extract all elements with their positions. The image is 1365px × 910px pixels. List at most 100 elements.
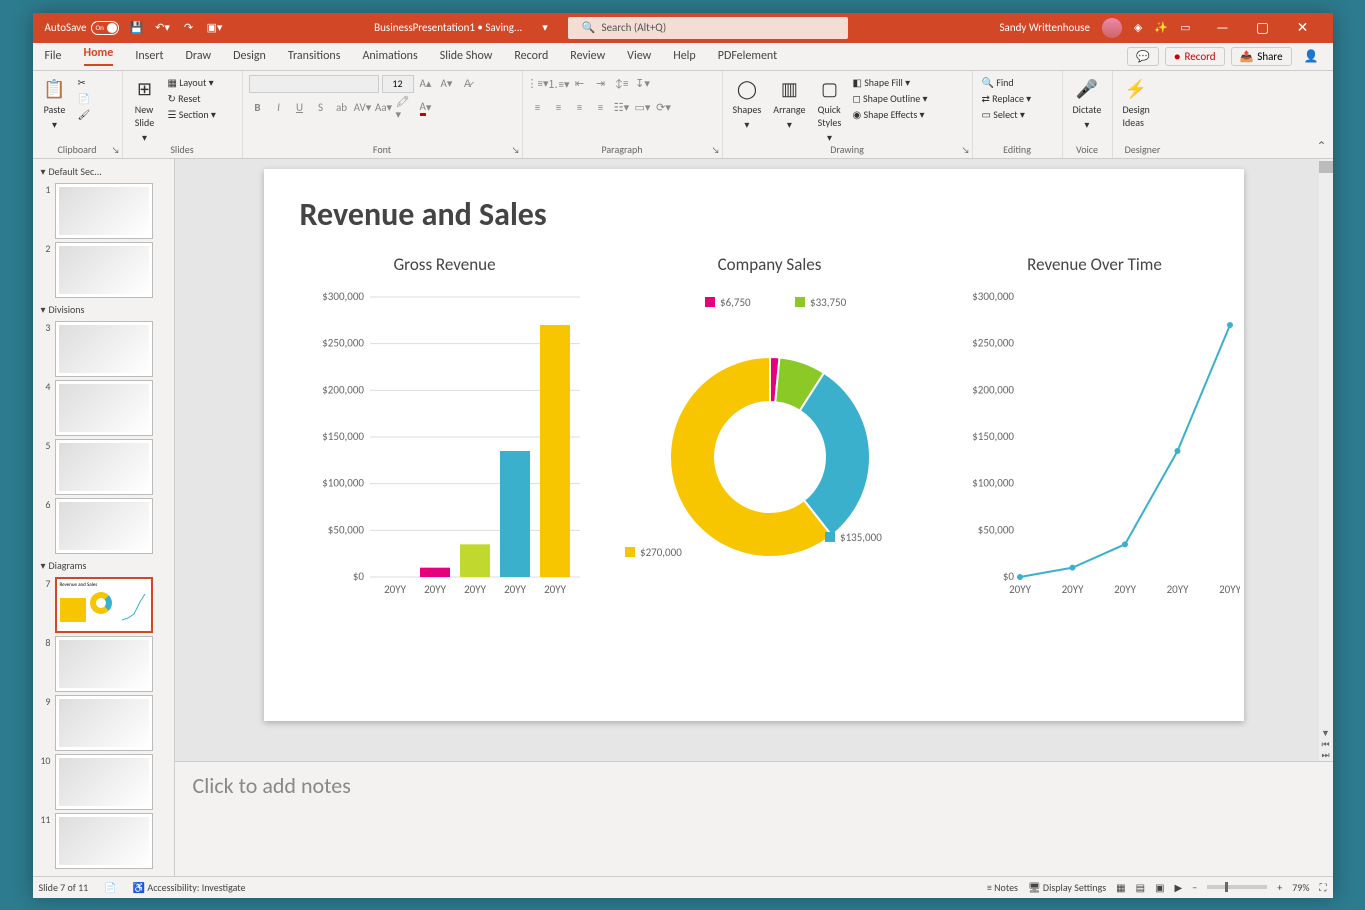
drawing-dialog-launcher[interactable]: ↘	[962, 145, 970, 156]
bar-chart[interactable]: Gross Revenue $0$50,000$100,000$150,000$…	[300, 254, 590, 627]
title-dropdown-icon[interactable]: ▾	[542, 21, 548, 34]
thumbnail-row[interactable]: 6	[37, 498, 170, 554]
slide-thumbnail[interactable]	[55, 321, 153, 377]
share-button[interactable]: 📤 Share	[1231, 47, 1292, 66]
notes-indicator-icon[interactable]: 📄	[104, 881, 116, 894]
select-button[interactable]: ▭ Select ▾	[979, 107, 1035, 122]
account-icon[interactable]: 👤	[1298, 49, 1325, 64]
slide-thumbnail[interactable]	[55, 498, 153, 554]
reset-button[interactable]: ↻ Reset	[165, 91, 219, 106]
slide-thumbnail[interactable]	[55, 439, 153, 495]
bold-button[interactable]: B	[249, 99, 267, 117]
user-name[interactable]: Sandy Writtenhouse	[1000, 21, 1090, 34]
shrink-font-button[interactable]: A▾	[438, 75, 456, 93]
autosave-toggle[interactable]: AutoSave On	[45, 21, 119, 35]
fit-slide-button[interactable]: ⛶	[1320, 881, 1327, 894]
tab-pdfelement[interactable]: PDFelement	[718, 49, 777, 63]
slide-thumbnail[interactable]	[55, 754, 153, 810]
section-header[interactable]: ▾ Divisions	[37, 301, 170, 318]
redo-icon[interactable]: ↷	[181, 20, 197, 36]
cut-button[interactable]: ✂	[75, 75, 94, 90]
tab-file[interactable]: File	[45, 49, 62, 63]
section-header[interactable]: ▾ Default Sec...	[37, 163, 170, 180]
notes-pane[interactable]: Click to add notes	[175, 761, 1333, 876]
avatar[interactable]	[1102, 18, 1122, 38]
grow-font-button[interactable]: A▴	[417, 75, 435, 93]
thumbnail-row[interactable]: 5	[37, 439, 170, 495]
shape-effects-button[interactable]: ◉ Shape Effects ▾	[849, 107, 930, 122]
tab-animations[interactable]: Animations	[362, 49, 417, 63]
quick-styles-button[interactable]: ▢Quick Styles▾	[813, 75, 845, 146]
donut-chart[interactable]: Company Sales $6,750$33,750$135,000$270,…	[620, 254, 920, 627]
underline-button[interactable]: U	[291, 99, 309, 117]
reading-view-icon[interactable]: ▣	[1155, 881, 1164, 894]
indent-left-button[interactable]: ⇤	[571, 75, 589, 93]
slide-thumbnail[interactable]: Revenue and Sales	[55, 577, 153, 633]
diamond-icon[interactable]: ◈	[1134, 21, 1142, 34]
copy-button[interactable]: 📄	[75, 91, 94, 106]
numbering-button[interactable]: ⒈≡▾	[550, 75, 568, 93]
zoom-level[interactable]: 79%	[1292, 881, 1309, 894]
tab-record[interactable]: Record	[514, 49, 548, 63]
text-direction-button[interactable]: ↧▾	[634, 75, 652, 93]
spacing-button[interactable]: AV▾	[354, 99, 372, 117]
thumbnail-row[interactable]: 8	[37, 636, 170, 692]
columns-button[interactable]: ☷▾	[613, 99, 631, 117]
align-text-button[interactable]: ▭▾	[634, 99, 652, 117]
dictate-button[interactable]: 🎤Dictate▾	[1069, 75, 1106, 133]
thumbnail-row[interactable]: 11	[37, 813, 170, 869]
smartart-button[interactable]: ⟳▾	[655, 99, 673, 117]
tab-view[interactable]: View	[627, 49, 651, 63]
highlight-button[interactable]: 🖍▾	[396, 99, 414, 117]
font-color-button[interactable]: A▾	[417, 99, 435, 117]
shadow-button[interactable]: ab	[333, 99, 351, 117]
align-center-button[interactable]: ≡	[550, 99, 568, 117]
slide-canvas[interactable]: Revenue and Sales Gross Revenue $0$50,00…	[264, 169, 1244, 721]
align-right-button[interactable]: ≡	[571, 99, 589, 117]
thumbnail-row[interactable]: 7Revenue and Sales	[37, 577, 170, 633]
record-button[interactable]: ● Record	[1165, 47, 1225, 66]
tab-review[interactable]: Review	[570, 49, 605, 63]
maximize-button[interactable]: ▢	[1243, 19, 1283, 36]
search-box[interactable]: 🔍 Search (Alt+Q)	[568, 17, 848, 39]
shape-outline-button[interactable]: ◻ Shape Outline ▾	[849, 91, 930, 106]
scroll-down-icon[interactable]: ▼	[1319, 728, 1333, 739]
slide-thumbnail[interactable]	[55, 183, 153, 239]
paragraph-dialog-launcher[interactable]: ↘	[712, 145, 720, 156]
find-button[interactable]: 🔍 Find	[979, 75, 1035, 90]
normal-view-icon[interactable]: ▦	[1116, 881, 1125, 894]
thumbnail-row[interactable]: 1	[37, 183, 170, 239]
shapes-button[interactable]: ◯Shapes▾	[729, 75, 766, 133]
window-mode-icon[interactable]: ▭	[1180, 21, 1190, 34]
line-chart[interactable]: Revenue Over Time $0$50,000$100,000$150,…	[950, 254, 1240, 627]
close-button[interactable]: ✕	[1283, 19, 1323, 36]
prev-slide-icon[interactable]: ⏮	[1319, 739, 1333, 750]
shape-fill-button[interactable]: ◧ Shape Fill ▾	[849, 75, 930, 90]
tab-draw[interactable]: Draw	[186, 49, 212, 63]
slideshow-view-icon[interactable]: ▶	[1175, 881, 1183, 894]
font-family-input[interactable]	[249, 75, 379, 93]
clipboard-dialog-launcher[interactable]: ↘	[112, 145, 120, 156]
slide-title[interactable]: Revenue and Sales	[300, 195, 1208, 234]
line-spacing-button[interactable]: ↕≡	[613, 75, 631, 93]
case-button[interactable]: Aa▾	[375, 99, 393, 117]
indent-right-button[interactable]: ⇥	[592, 75, 610, 93]
italic-button[interactable]: I	[270, 99, 288, 117]
slide-thumbnail[interactable]	[55, 813, 153, 869]
tab-insert[interactable]: Insert	[135, 49, 163, 63]
collapse-ribbon-button[interactable]: ⌃	[1316, 139, 1326, 154]
slide-thumbnail-panel[interactable]: ▾ Default Sec...12▾ Divisions3456▾ Diagr…	[33, 159, 175, 876]
font-dialog-launcher[interactable]: ↘	[512, 145, 520, 156]
tab-help[interactable]: Help	[673, 49, 696, 63]
bullets-button[interactable]: ⋮≡▾	[529, 75, 547, 93]
paste-button[interactable]: 📋Paste▾	[39, 75, 71, 133]
font-size-input[interactable]	[382, 75, 414, 93]
justify-button[interactable]: ≡	[592, 99, 610, 117]
tab-home[interactable]: Home	[84, 46, 114, 66]
clear-format-button[interactable]: A̷	[459, 75, 477, 93]
align-left-button[interactable]: ≡	[529, 99, 547, 117]
section-header[interactable]: ▾ Diagrams	[37, 557, 170, 574]
zoom-out-button[interactable]: −	[1192, 881, 1197, 894]
slide-thumbnail[interactable]	[55, 380, 153, 436]
thumbnail-row[interactable]: 4	[37, 380, 170, 436]
